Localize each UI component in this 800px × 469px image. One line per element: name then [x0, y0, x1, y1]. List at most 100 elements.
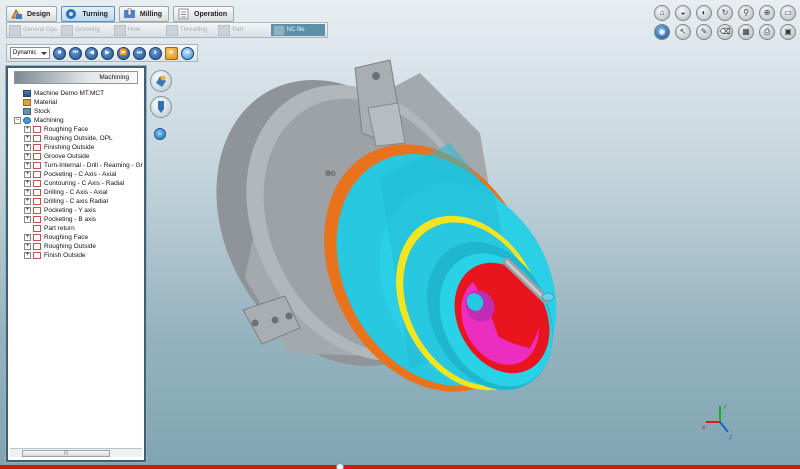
general-ops-icon — [9, 24, 21, 36]
op-icon — [33, 216, 41, 223]
expand-icon[interactable]: + — [24, 153, 31, 160]
expand-icon[interactable]: + — [24, 207, 31, 214]
display-icon[interactable]: ▭ — [780, 5, 796, 21]
first-button[interactable]: ⏮ — [69, 46, 82, 60]
subtool-part[interactable]: Part — [218, 24, 268, 36]
tree-item-label: Turn-Internal - Drill - Reaming - Gr — [44, 162, 143, 169]
rewind-button[interactable]: ◀ — [85, 46, 98, 60]
video-progress-knob[interactable] — [336, 463, 344, 469]
expand-icon[interactable]: + — [24, 243, 31, 250]
tab-design[interactable]: Design — [6, 6, 58, 22]
expand-icon[interactable]: + — [24, 144, 31, 151]
expand-icon[interactable]: + — [24, 126, 31, 133]
expand-icon[interactable]: + — [24, 252, 31, 259]
tree-item[interactable]: + Finishing Outside — [14, 143, 144, 152]
subtool-nc-file[interactable]: NC file — [270, 24, 325, 36]
tab-milling[interactable]: Milling — [118, 6, 170, 22]
tree-header: Machining — [14, 71, 138, 84]
tree-item[interactable]: Part return — [14, 224, 144, 233]
op-icon — [33, 189, 41, 196]
expand-icon[interactable]: + — [24, 171, 31, 178]
expand-icon[interactable]: + — [24, 135, 31, 142]
machining-tree: Machine Demo MT.MCT Material Stock − Machini… — [8, 87, 144, 260]
side-view-icon[interactable]: ◐ — [696, 5, 712, 21]
expand-icon[interactable]: + — [24, 189, 31, 196]
print-icon[interactable]: ⎙ — [759, 24, 775, 40]
tree-item[interactable]: + Drilling - C Axis - Axial — [14, 188, 144, 197]
tab-operation[interactable]: Operation — [173, 6, 235, 22]
erase-icon[interactable]: ⌫ — [717, 24, 733, 40]
stop-button[interactable]: ■ — [53, 46, 66, 60]
grid-icon[interactable]: ▦ — [738, 24, 754, 40]
tree-item-label: Roughing Outside, OPL — [44, 135, 113, 142]
tree-item[interactable]: + Contouring - C Axis - Radial — [14, 179, 144, 188]
tree-item[interactable]: + Pocketing - B axis — [14, 215, 144, 224]
simulation-mode-select[interactable]: Dynamic — [10, 47, 50, 59]
tree-item[interactable]: − Machining — [14, 116, 144, 125]
tree-horizontal-scrollbar[interactable]: ||| — [10, 448, 142, 457]
tree-item[interactable]: + Groove Outside — [14, 152, 144, 161]
front-view-icon[interactable]: ◒ — [675, 5, 691, 21]
op-icon — [33, 243, 41, 250]
subtool-general-ops[interactable]: General Ops — [9, 24, 59, 36]
subtool-label: Grooving — [75, 27, 100, 33]
tab-turning[interactable]: Turning — [61, 6, 115, 22]
zoom-icon[interactable]: ⚲ — [738, 5, 754, 21]
tree-item-label: Pocketing - Y axis — [44, 207, 96, 214]
scrollbar-thumb[interactable]: ||| — [22, 450, 110, 457]
tree-item[interactable]: Machine Demo MT.MCT — [14, 89, 144, 98]
op-icon — [33, 135, 41, 142]
tree-item[interactable]: + Roughing Face — [14, 233, 144, 242]
tree-item[interactable]: + Roughing Face — [14, 125, 144, 134]
tree-item[interactable]: + Drilling - C axis Radial — [14, 197, 144, 206]
tree-item[interactable]: Stock — [14, 107, 144, 116]
expand-icon[interactable]: + — [24, 180, 31, 187]
subtool-grooving[interactable]: Grooving — [61, 24, 111, 36]
tree-item-label: Finish Outside — [44, 252, 86, 259]
top-view-icon[interactable]: ⌂ — [654, 5, 670, 21]
tree-item-label: Drilling - C axis Radial — [44, 198, 108, 205]
hole-icon — [113, 24, 126, 36]
expand-icon[interactable]: + — [24, 234, 31, 241]
fast-forward-icon: ⏩ — [119, 49, 128, 56]
video-progress-bar[interactable] — [0, 465, 800, 469]
tree-item[interactable]: + Pocketing - Y axis — [14, 206, 144, 215]
y-axis-label: y — [723, 403, 727, 410]
op-icon — [33, 144, 41, 151]
design-tab-icon — [11, 9, 22, 19]
forward-button[interactable]: ⏩ — [117, 46, 130, 60]
milling-tab-icon — [123, 8, 135, 18]
tree-item[interactable]: + Turn-Internal - Drill - Reaming - Gr — [14, 161, 144, 170]
expand-icon[interactable]: + — [24, 216, 31, 223]
subtool-hole[interactable]: Hole — [113, 24, 164, 36]
sketch-icon[interactable]: ✎ — [696, 24, 712, 40]
expand-icon[interactable]: + — [24, 198, 31, 205]
tree-item-label: Material — [34, 99, 58, 106]
svg-text:⚙: ⚙ — [330, 170, 336, 178]
op-icon — [33, 234, 41, 241]
tree-item[interactable]: Material — [14, 98, 144, 107]
collapse-icon[interactable]: − — [14, 117, 21, 124]
tree-item[interactable]: + Roughing Outside, OPL — [14, 134, 144, 143]
expand-icon[interactable]: + — [24, 162, 31, 169]
stop-icon: ■ — [57, 49, 62, 56]
tree-item-label: Contouring - C Axis - Radial — [44, 180, 125, 187]
rotate-icon[interactable]: ↻ — [717, 5, 733, 21]
op-icon — [33, 225, 41, 232]
screen-icon[interactable]: ▣ — [780, 24, 796, 40]
last-button[interactable]: ⏭ — [133, 46, 146, 60]
zoom-window-icon[interactable]: ⊕ — [759, 5, 775, 21]
play-button[interactable]: ▶ — [101, 46, 114, 60]
subtool-threading[interactable]: Threading — [165, 24, 216, 36]
pointer-icon[interactable]: ↖ — [675, 24, 691, 40]
axis-triad: y x z — [702, 403, 732, 441]
op-icon — [33, 126, 41, 133]
tree-item-label: Part return — [44, 225, 75, 232]
view-cube-icon[interactable]: ◉ — [654, 24, 670, 40]
tab-milling-label: Milling — [139, 10, 163, 18]
tree-item[interactable]: + Roughing Outside — [14, 242, 144, 251]
tree-item[interactable]: + Finish Outside — [14, 251, 144, 260]
tab-turning-label: Turning — [82, 10, 108, 18]
tree-item[interactable]: + Pocketing - C Axis - Axial — [14, 170, 144, 179]
tree-item-label: Machining — [34, 117, 64, 124]
